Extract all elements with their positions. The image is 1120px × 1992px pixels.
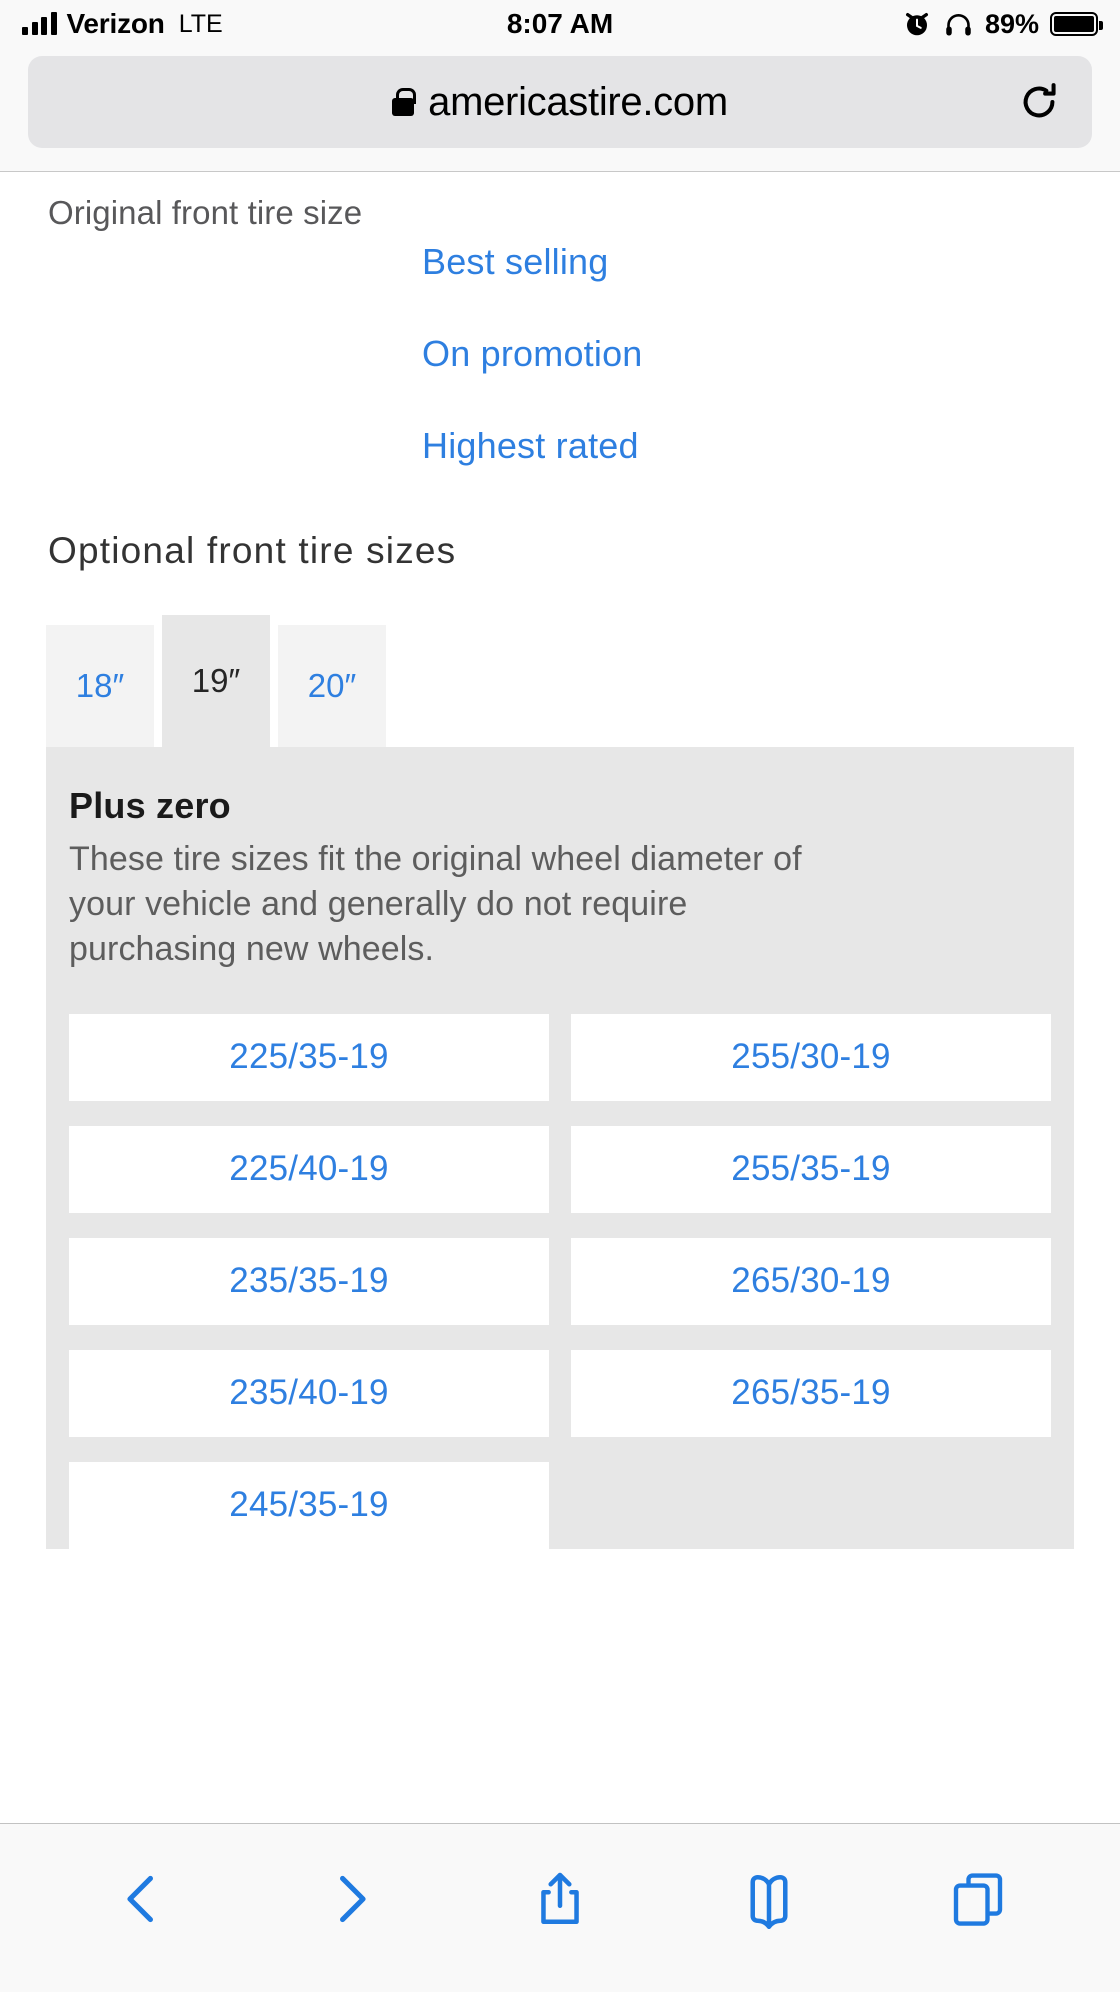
tab-19-inch[interactable]: 19″ bbox=[162, 615, 270, 747]
tire-size-button[interactable]: 265/35-19 bbox=[571, 1349, 1051, 1437]
tabs-button[interactable] bbox=[930, 1851, 1026, 1947]
tire-size-button[interactable]: 225/35-19 bbox=[69, 1013, 549, 1101]
tab-20-inch[interactable]: 20″ bbox=[278, 625, 386, 747]
status-bar-left: Verizon LTE bbox=[22, 8, 902, 40]
plus-zero-panel: Plus zero These tire sizes fit the origi… bbox=[46, 747, 1074, 1549]
tire-size-button[interactable]: 235/40-19 bbox=[69, 1349, 549, 1437]
web-page-content: Original front tire size Best selling On… bbox=[0, 172, 1120, 1823]
panel-description: These tire sizes fit the original wheel … bbox=[69, 840, 802, 968]
url-text: americastire.com bbox=[428, 79, 728, 124]
share-button[interactable] bbox=[512, 1851, 608, 1947]
tire-size-button[interactable]: 225/40-19 bbox=[69, 1125, 549, 1213]
sort-links-list: Best selling On promotion Highest rated bbox=[0, 244, 1120, 464]
carrier-label: Verizon bbox=[66, 8, 165, 39]
tire-size-grid: 225/35-19 255/30-19 225/40-19 255/35-19 … bbox=[69, 1013, 1051, 1549]
url-display[interactable]: americastire.com bbox=[392, 80, 728, 125]
forward-button[interactable] bbox=[303, 1851, 399, 1947]
sort-link-best-selling[interactable]: Best selling bbox=[422, 244, 1120, 280]
diameter-tab-list: 18″ 19″ 20″ bbox=[0, 615, 1120, 747]
panel-title: Plus zero bbox=[69, 785, 231, 826]
tire-size-button[interactable]: 255/30-19 bbox=[571, 1013, 1051, 1101]
original-front-tire-size-label: Original front tire size bbox=[48, 194, 363, 231]
back-button[interactable] bbox=[94, 1851, 190, 1947]
lock-icon bbox=[392, 88, 417, 116]
browser-url-bar-container: americastire.com bbox=[0, 48, 1120, 172]
browser-bottom-toolbar bbox=[0, 1823, 1120, 1992]
signal-bars-icon bbox=[22, 12, 57, 35]
tab-18-inch[interactable]: 18″ bbox=[46, 625, 154, 747]
ios-status-bar: Verizon LTE 8:07 AM 89% bbox=[0, 0, 1120, 48]
headphones-icon bbox=[943, 9, 974, 39]
sort-link-highest-rated[interactable]: Highest rated bbox=[422, 428, 1120, 464]
tire-size-button[interactable]: 235/35-19 bbox=[69, 1237, 549, 1325]
url-bar[interactable]: americastire.com bbox=[28, 56, 1092, 148]
network-type-label: LTE bbox=[178, 9, 223, 38]
tire-size-button[interactable]: 265/30-19 bbox=[571, 1237, 1051, 1325]
sort-link-on-promotion[interactable]: On promotion bbox=[422, 336, 1120, 372]
bookmarks-button[interactable] bbox=[721, 1851, 817, 1947]
alarm-clock-icon bbox=[902, 9, 932, 39]
tire-size-button[interactable]: 245/35-19 bbox=[69, 1461, 549, 1549]
battery-icon bbox=[1050, 12, 1103, 36]
tire-size-button[interactable]: 255/35-19 bbox=[571, 1125, 1051, 1213]
page-title: Optional front tire sizes bbox=[48, 530, 457, 571]
battery-percent-label: 89% bbox=[984, 8, 1039, 39]
reload-icon[interactable] bbox=[1016, 79, 1062, 125]
status-bar-right: 89% bbox=[902, 8, 1103, 40]
